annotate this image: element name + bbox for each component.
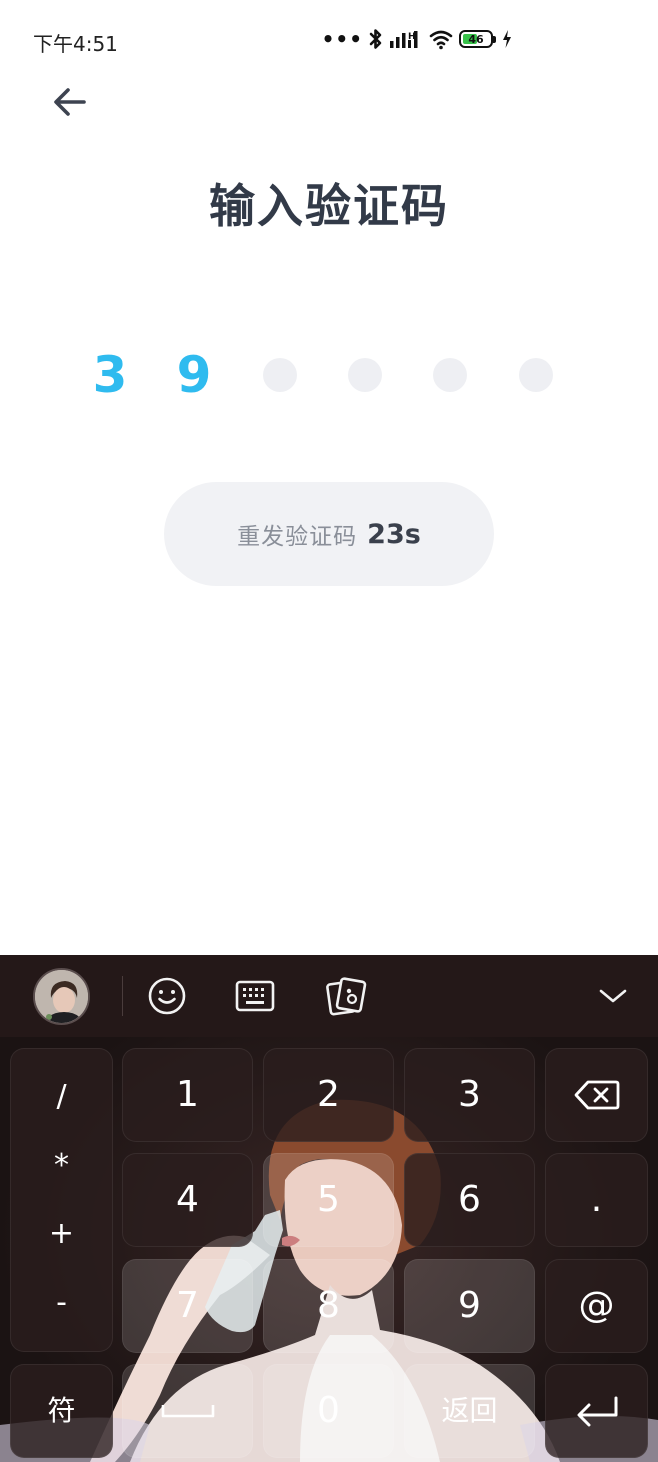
key-4[interactable]: 4 (122, 1153, 253, 1247)
code-slot-3[interactable] (249, 344, 311, 406)
key-0-label: 0 (317, 1390, 340, 1431)
key-7-label: 7 (176, 1285, 199, 1326)
charging-icon (503, 30, 511, 48)
avatar-image (35, 970, 88, 1023)
wifi-icon (429, 30, 453, 50)
status-bar: 下午4:51 ••• H 46 (0, 0, 658, 80)
keyboard: / * + - 1 2 3 4 5 6 . 7 8 9 @ 符 0 返回 (0, 955, 658, 1462)
symbol-plus-key[interactable]: + (49, 1219, 74, 1249)
photo-cards-icon (326, 977, 367, 1016)
key-1[interactable]: 1 (122, 1048, 253, 1142)
key-7[interactable]: 7 (122, 1259, 253, 1353)
avatar[interactable] (33, 968, 90, 1025)
key-8-label: 8 (317, 1285, 340, 1326)
symbol-minus-key[interactable]: - (56, 1287, 67, 1318)
key-at[interactable]: @ (545, 1259, 648, 1353)
code-slot-2[interactable]: 9 (163, 344, 225, 406)
key-0[interactable]: 0 (263, 1364, 394, 1458)
enter-key[interactable] (545, 1364, 648, 1458)
bluetooth-icon (369, 29, 382, 49)
key-1-label: 1 (176, 1074, 199, 1115)
battery-icon: 46 (459, 30, 496, 48)
status-icons: ••• H 46 (322, 26, 512, 52)
keyboard-toolbar (0, 955, 658, 1037)
code-slot-4[interactable] (334, 344, 396, 406)
symbols-column: / * + - (10, 1048, 113, 1352)
keyboard-icon (235, 980, 275, 1012)
code-slot-5[interactable] (419, 344, 481, 406)
code-slot-1[interactable]: 3 (79, 344, 141, 406)
battery-level: 46 (468, 32, 484, 46)
space-key[interactable] (122, 1364, 253, 1458)
key-2[interactable]: 2 (263, 1048, 394, 1142)
empty-slot-dot (433, 358, 467, 392)
resend-label: 重发验证码 (237, 524, 358, 550)
return-key[interactable]: 返回 (404, 1364, 535, 1458)
photo-cards-button[interactable] (321, 971, 371, 1021)
collapse-chevron-icon (599, 989, 627, 1003)
collapse-keyboard-button[interactable] (588, 971, 638, 1021)
key-6[interactable]: 6 (404, 1153, 535, 1247)
page-title: 输入验证码 (209, 179, 449, 233)
return-key-label: 返回 (441, 1394, 498, 1427)
key-5-label: 5 (317, 1179, 340, 1220)
key-dot-label: . (590, 1179, 603, 1220)
code-digit-2: 9 (176, 346, 212, 404)
key-3-label: 3 (458, 1074, 481, 1115)
key-8[interactable]: 8 (263, 1259, 394, 1353)
keyboard-switch-button[interactable] (230, 971, 280, 1021)
backspace-key[interactable] (545, 1048, 648, 1142)
resend-code-button[interactable]: 重发验证码 23s (164, 482, 494, 586)
backspace-icon (574, 1080, 619, 1110)
key-3[interactable]: 3 (404, 1048, 535, 1142)
code-digit-1: 3 (92, 346, 128, 404)
space-bar-icon (161, 1405, 214, 1418)
emoji-button[interactable] (142, 971, 192, 1021)
empty-slot-dot (519, 358, 553, 392)
more-dots-icon: ••• (321, 27, 363, 51)
symbol-slash-key[interactable]: / (56, 1082, 66, 1112)
symbols-switch-key[interactable]: 符 (10, 1364, 113, 1458)
key-5[interactable]: 5 (263, 1153, 394, 1247)
empty-slot-dot (348, 358, 382, 392)
symbols-switch-label: 符 (47, 1394, 76, 1427)
empty-slot-dot (263, 358, 297, 392)
key-9-label: 9 (458, 1285, 481, 1326)
emoji-icon (148, 977, 186, 1015)
key-4-label: 4 (176, 1179, 199, 1220)
key-6-label: 6 (458, 1179, 481, 1220)
status-time: 下午4:51 (33, 32, 118, 56)
back-button[interactable] (48, 82, 92, 122)
key-dot[interactable]: . (545, 1153, 648, 1247)
toolbar-divider (122, 976, 123, 1016)
key-2-label: 2 (317, 1074, 340, 1115)
symbol-asterisk-key[interactable]: * (54, 1150, 69, 1181)
signal-hd-icon: H (390, 31, 418, 48)
resend-countdown: 23s (367, 518, 421, 550)
key-at-label: @ (578, 1285, 615, 1326)
code-slot-6[interactable] (505, 344, 567, 406)
key-9[interactable]: 9 (404, 1259, 535, 1353)
back-arrow-icon (54, 88, 86, 116)
enter-icon (577, 1396, 617, 1427)
